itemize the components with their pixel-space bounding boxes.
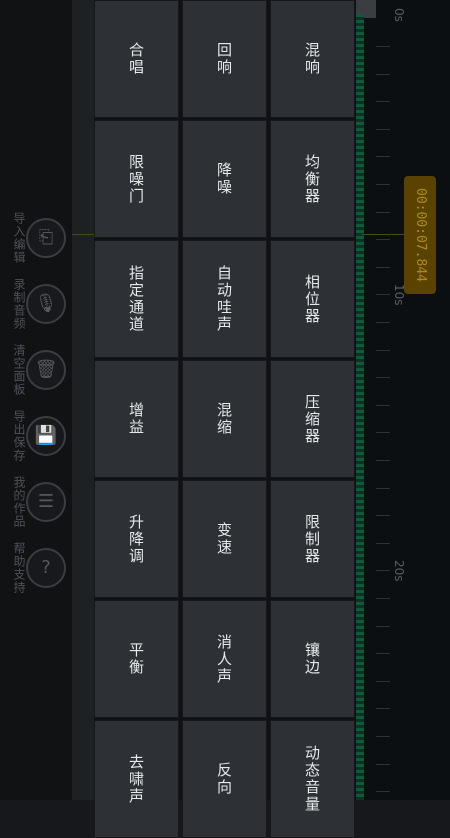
timeline-tick <box>376 74 390 75</box>
timeline-tick <box>376 184 390 185</box>
timeline-tick <box>376 377 390 378</box>
list-icon: ☰ <box>37 491 55 512</box>
timeline-tick <box>376 653 390 654</box>
tool-label: 帮助支持 <box>12 542 26 594</box>
save-button[interactable]: 💾 <box>26 416 66 456</box>
playhead-line <box>362 234 406 235</box>
tool-label: 录制音频 <box>12 278 26 330</box>
effect-button[interactable]: 降噪 <box>182 120 267 238</box>
timeline-tick <box>376 350 390 351</box>
current-timecode: 00:00:07.844 <box>404 176 436 294</box>
timeline-tick <box>376 681 390 682</box>
effect-button[interactable]: 反向 <box>182 720 267 838</box>
import-icon: ⎗ <box>38 227 54 248</box>
timeline-tick <box>376 764 390 765</box>
effect-label: 压缩器 <box>303 393 321 445</box>
effect-label: 回响 <box>215 42 233 76</box>
timeline-tick <box>376 322 390 323</box>
effect-button[interactable]: 去啸声 <box>94 720 179 838</box>
effect-button[interactable]: 消人声 <box>182 600 267 718</box>
timeline-tick <box>376 129 390 130</box>
effect-label: 均衡器 <box>303 153 321 205</box>
list-button[interactable]: ☰ <box>26 482 66 522</box>
effect-label: 混响 <box>303 42 321 76</box>
help-button[interactable]: ? <box>26 548 66 588</box>
timeline-tick <box>376 488 390 489</box>
audio-waveform[interactable] <box>356 14 364 800</box>
effect-button[interactable]: 限制器 <box>270 480 355 598</box>
tool-label: 导入编辑 <box>12 212 26 264</box>
timeline-tick <box>376 708 390 709</box>
effect-label: 合唱 <box>127 42 145 76</box>
timeline-tick <box>376 791 390 792</box>
microphone-button[interactable]: 🎙 <box>26 284 66 324</box>
effect-button[interactable]: 镶边 <box>270 600 355 718</box>
effect-label: 混缩 <box>215 402 233 436</box>
effect-label: 镶边 <box>303 642 321 676</box>
timeline-tick <box>376 156 390 157</box>
time-label-0: 0s <box>392 8 406 22</box>
timeline-tick <box>376 212 390 213</box>
effects-menu: 混响均衡器相位器压缩器限制器镶边动态音量 回响降噪自动哇声混缩变速消人声反向 合唱限… <box>94 0 356 838</box>
effect-label: 指定通道 <box>127 265 145 333</box>
effect-label: 消人声 <box>215 633 233 685</box>
tool-label: 清空面板 <box>12 344 26 396</box>
microphone-icon: 🎙 <box>34 293 58 314</box>
trash-button[interactable]: 🗑 <box>26 350 66 390</box>
timeline-tick <box>376 294 390 295</box>
effect-button[interactable]: 限噪门 <box>94 120 179 238</box>
help-icon: ? <box>41 557 51 578</box>
effect-button[interactable]: 混响 <box>270 0 355 118</box>
timeline-tick <box>376 405 390 406</box>
timeline[interactable] <box>356 0 450 800</box>
effect-label: 升降调 <box>127 513 145 565</box>
effect-label: 增益 <box>127 402 145 436</box>
effect-label: 去啸声 <box>127 753 145 805</box>
timeline-tick <box>376 515 390 516</box>
import-button[interactable]: ⎗ <box>26 218 66 258</box>
trash-icon: 🗑 <box>34 359 58 380</box>
save-icon: 💾 <box>34 425 58 446</box>
effect-button[interactable]: 指定通道 <box>94 240 179 358</box>
tool-label: 我的作品 <box>12 476 26 528</box>
timeline-tick <box>376 432 390 433</box>
effect-button[interactable]: 合唱 <box>94 0 179 118</box>
effect-label: 相位器 <box>303 273 321 325</box>
effect-button[interactable]: 变速 <box>182 480 267 598</box>
effect-button[interactable]: 增益 <box>94 360 179 478</box>
timeline-tick <box>376 460 390 461</box>
effect-button[interactable]: 相位器 <box>270 240 355 358</box>
time-label-20: 20s <box>392 560 406 582</box>
effect-label: 自动哇声 <box>215 265 233 333</box>
tool-label: 导出保存 <box>12 410 26 462</box>
effect-label: 变速 <box>215 522 233 556</box>
effect-button[interactable]: 自动哇声 <box>182 240 267 358</box>
effect-label: 限制器 <box>303 513 321 565</box>
effect-label: 动态音量 <box>303 745 321 813</box>
effect-button[interactable]: 平衡 <box>94 600 179 718</box>
effect-button[interactable]: 混缩 <box>182 360 267 478</box>
effect-button[interactable]: 升降调 <box>94 480 179 598</box>
timeline-tick <box>376 46 390 47</box>
effect-label: 平衡 <box>127 642 145 676</box>
timeline-tick <box>376 570 390 571</box>
timeline-tick <box>376 101 390 102</box>
timeline-tick <box>376 239 390 240</box>
effect-button[interactable]: 回响 <box>182 0 267 118</box>
effect-button[interactable]: 均衡器 <box>270 120 355 238</box>
effect-button[interactable]: 动态音量 <box>270 720 355 838</box>
timeline-tick <box>376 626 390 627</box>
effect-button[interactable]: 压缩器 <box>270 360 355 478</box>
timeline-tick <box>376 543 390 544</box>
timeline-tick <box>376 267 390 268</box>
effect-label: 降噪 <box>215 162 233 196</box>
timeline-tick <box>376 598 390 599</box>
effect-label: 限噪门 <box>127 153 145 205</box>
timeline-tick <box>376 736 390 737</box>
effect-label: 反向 <box>215 762 233 796</box>
